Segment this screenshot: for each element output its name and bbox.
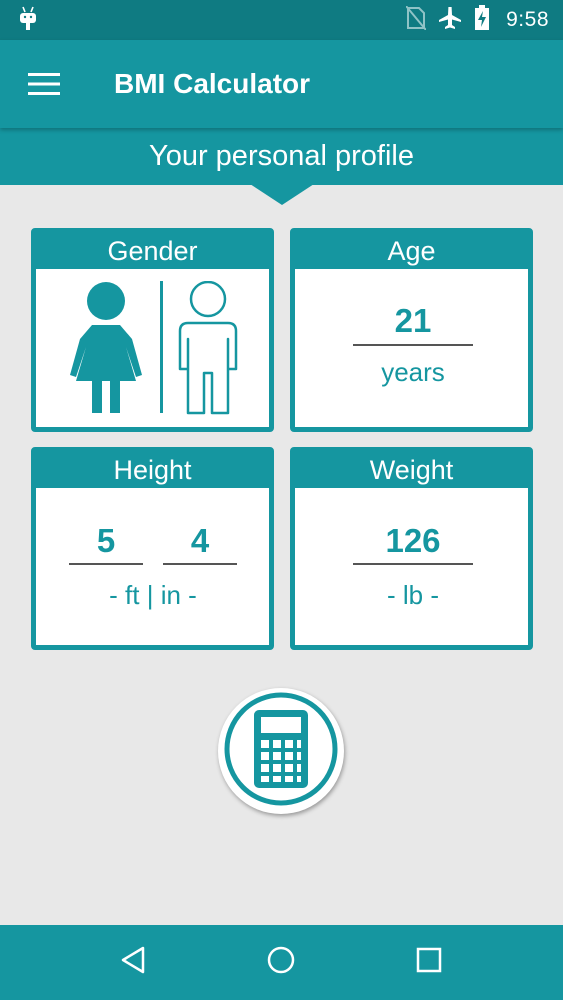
height-inches-value[interactable]: 4 xyxy=(163,521,237,561)
female-figure-icon[interactable] xyxy=(66,281,146,420)
height-card-title: Height xyxy=(36,452,269,488)
calculate-button[interactable] xyxy=(218,688,344,814)
no-sim-icon xyxy=(405,4,427,35)
male-figure-icon[interactable] xyxy=(176,280,240,420)
home-icon[interactable] xyxy=(266,945,296,980)
weight-value[interactable]: 126 xyxy=(353,521,473,561)
back-icon[interactable] xyxy=(119,945,149,980)
profile-banner-title: Your personal profile xyxy=(149,140,414,172)
app-bar: BMI Calculator xyxy=(0,40,563,128)
age-value-underline xyxy=(353,344,473,346)
gender-divider xyxy=(160,281,163,413)
weight-value-underline xyxy=(353,563,473,565)
height-unit-label: - ft | in - xyxy=(109,580,197,610)
age-value[interactable]: 21 xyxy=(353,301,473,341)
age-unit-label: years xyxy=(381,357,445,387)
android-icon xyxy=(18,5,38,36)
airplane-mode-icon xyxy=(438,6,462,35)
navigation-bar xyxy=(0,925,563,1000)
status-bar: 9:58 xyxy=(0,0,563,40)
height-feet-underline xyxy=(69,563,143,565)
app-title: BMI Calculator xyxy=(114,68,311,99)
profile-banner: Your personal profile xyxy=(0,128,563,185)
weight-card-title: Weight xyxy=(295,452,528,488)
status-time: 9:58 xyxy=(506,8,549,31)
weight-card: Weight 126 - lb - xyxy=(290,447,533,650)
banner-pointer xyxy=(250,184,314,205)
height-feet-value[interactable]: 5 xyxy=(69,521,143,561)
gender-card: Gender xyxy=(31,228,274,432)
recents-icon[interactable] xyxy=(414,945,444,980)
height-inches-underline xyxy=(163,563,237,565)
height-card: Height 5 4 - ft | in - xyxy=(31,447,274,650)
calculator-icon xyxy=(222,690,340,813)
gender-card-title: Gender xyxy=(36,233,269,269)
battery-charging-icon xyxy=(474,4,490,36)
weight-unit-label: - lb - xyxy=(387,580,439,610)
age-card-title: Age xyxy=(295,233,528,269)
age-card: Age 21 years xyxy=(290,228,533,432)
hamburger-menu-icon[interactable] xyxy=(0,40,88,128)
